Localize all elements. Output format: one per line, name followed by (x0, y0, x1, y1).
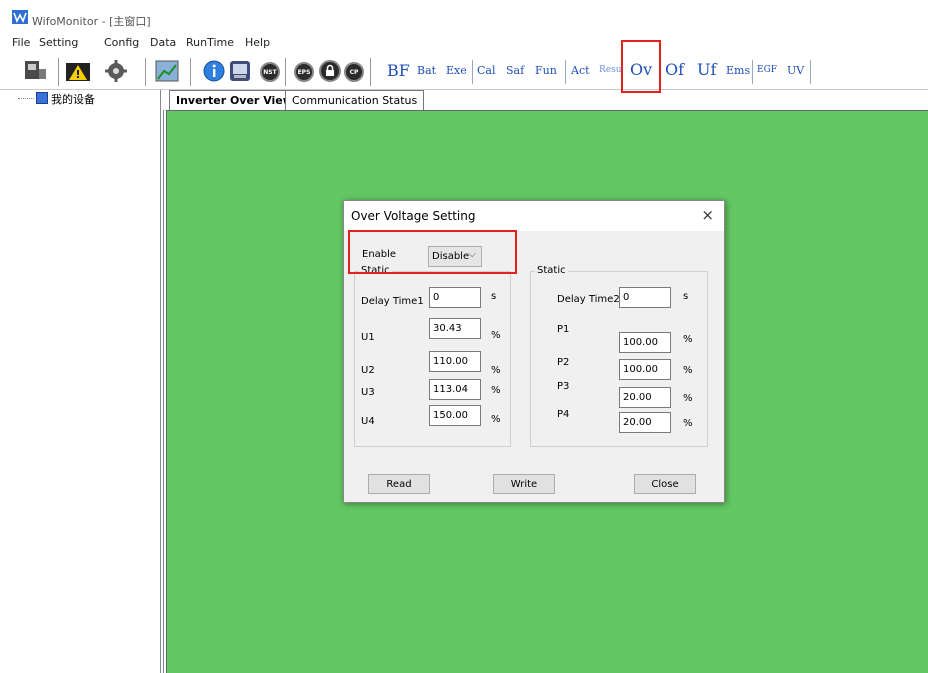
read-button[interactable]: Read (368, 474, 430, 494)
bat-button[interactable]: Bat (417, 64, 436, 77)
u3-unit: % (491, 385, 501, 396)
u3-input[interactable] (429, 379, 481, 400)
delay-time1-label: Delay Time1 (361, 296, 424, 307)
nst-icon[interactable]: NST (260, 62, 280, 82)
device-tree: 我的设备 (8, 90, 161, 673)
p4-label: P4 (557, 409, 570, 420)
toolbar: NST EPS CP BF Bat Exe Cal Saf Fun Act Re… (0, 56, 928, 90)
warning-icon[interactable] (66, 59, 90, 83)
u1-input[interactable] (429, 318, 481, 339)
device-connect-icon[interactable] (24, 59, 48, 83)
p2-label: P2 (557, 357, 570, 368)
cal-button[interactable]: Cal (477, 64, 496, 77)
delay-time1-input[interactable] (429, 287, 481, 308)
u4-input[interactable] (429, 405, 481, 426)
p1-label: P1 (557, 324, 570, 335)
device-folder-icon (36, 92, 48, 104)
tree-connector (18, 98, 34, 99)
tab-label: Inverter Over View (176, 94, 293, 107)
act-button[interactable]: Act (571, 64, 590, 77)
cp-icon[interactable]: CP (344, 62, 364, 82)
p3-input[interactable] (619, 387, 671, 408)
tab-label: Communication Status (292, 94, 418, 107)
tree-root-label[interactable]: 我的设备 (51, 91, 95, 107)
bf-button[interactable]: BF (387, 61, 410, 80)
ov-highlight-box (621, 40, 661, 93)
toolbar-separator (810, 60, 811, 84)
ems-button[interactable]: Ems (726, 64, 750, 77)
menu-bar: File Setting Config Data RunTime Help (0, 36, 928, 52)
fun-button[interactable]: Fun (535, 64, 557, 77)
dialog-titlebar: Over Voltage Setting × (344, 201, 724, 231)
app-logo-icon (12, 10, 28, 24)
p4-input[interactable] (619, 412, 671, 433)
dialog-close-icon[interactable]: × (701, 206, 714, 224)
u1-label: U1 (361, 332, 375, 343)
lock-icon[interactable] (318, 59, 342, 83)
uv-button[interactable]: UV (787, 64, 804, 77)
toolbar-separator (752, 60, 753, 84)
monitor-icon[interactable] (228, 59, 252, 83)
menu-data[interactable]: Data (150, 36, 176, 49)
delay-time2-label: Delay Time2 (557, 294, 620, 305)
dialog-title: Over Voltage Setting (351, 209, 476, 223)
menu-setting[interactable]: Setting (39, 36, 78, 49)
toolbar-separator (190, 58, 191, 86)
toolbar-separator (58, 58, 59, 86)
saf-button[interactable]: Saf (506, 64, 524, 77)
toolbar-separator (370, 58, 371, 86)
window-title: WifoMonitor - [主窗口] (32, 15, 151, 28)
over-voltage-dialog: Over Voltage Setting × Enable Disable ⌵ … (343, 200, 725, 503)
menu-runtime[interactable]: RunTime (186, 36, 234, 49)
exe-button[interactable]: Exe (446, 64, 467, 77)
static-group-left: Static Delay Time1 s U1 % U2 % U3 % U4 % (354, 265, 511, 447)
info-icon[interactable] (202, 59, 226, 83)
p2-unit: % (683, 365, 693, 376)
toolbar-separator (472, 60, 473, 84)
uf-button[interactable]: Uf (697, 60, 716, 79)
p3-unit: % (683, 393, 693, 404)
toolbar-separator (565, 60, 566, 84)
eps-icon[interactable]: EPS (294, 62, 314, 82)
menu-config[interactable]: Config (104, 36, 139, 49)
tab-strip: Inverter Over View Communication Status (163, 90, 928, 110)
close-button[interactable]: Close (634, 474, 696, 494)
delay-time1-unit: s (491, 291, 497, 302)
of-button[interactable]: Of (665, 60, 684, 79)
p3-label: P3 (557, 381, 570, 392)
u4-label: U4 (361, 416, 375, 427)
p2-input[interactable] (619, 359, 671, 380)
delay-time2-unit: s (683, 291, 689, 302)
menu-help[interactable]: Help (245, 36, 270, 49)
tab-communication-status[interactable]: Communication Status (285, 90, 425, 110)
egf-button[interactable]: EGF (757, 65, 777, 75)
toolbar-separator (145, 58, 146, 86)
u2-input[interactable] (429, 351, 481, 372)
tab-inverter-overview[interactable]: Inverter Over View (169, 90, 300, 110)
title-bar: WifoMonitor - [主窗口] (0, 0, 928, 30)
u4-unit: % (491, 414, 501, 425)
menu-file[interactable]: File (12, 36, 30, 49)
gear-icon[interactable] (104, 59, 128, 83)
p1-unit: % (683, 334, 693, 345)
delay-time2-input[interactable] (619, 287, 671, 308)
group-title: Static (535, 265, 568, 276)
u2-label: U2 (361, 365, 375, 376)
u3-label: U3 (361, 387, 375, 398)
enable-highlight-box (348, 230, 517, 274)
resu-button[interactable]: Resu (599, 65, 622, 75)
u1-unit: % (491, 330, 501, 341)
chart-icon[interactable] (155, 59, 179, 83)
static-group-right: Static Delay Time2 s P1 % P2 % P3 % P4 % (530, 265, 708, 447)
write-button[interactable]: Write (493, 474, 555, 494)
p4-unit: % (683, 418, 693, 429)
p1-input[interactable] (619, 332, 671, 353)
toolbar-separator (285, 58, 286, 86)
u2-unit: % (491, 365, 501, 376)
